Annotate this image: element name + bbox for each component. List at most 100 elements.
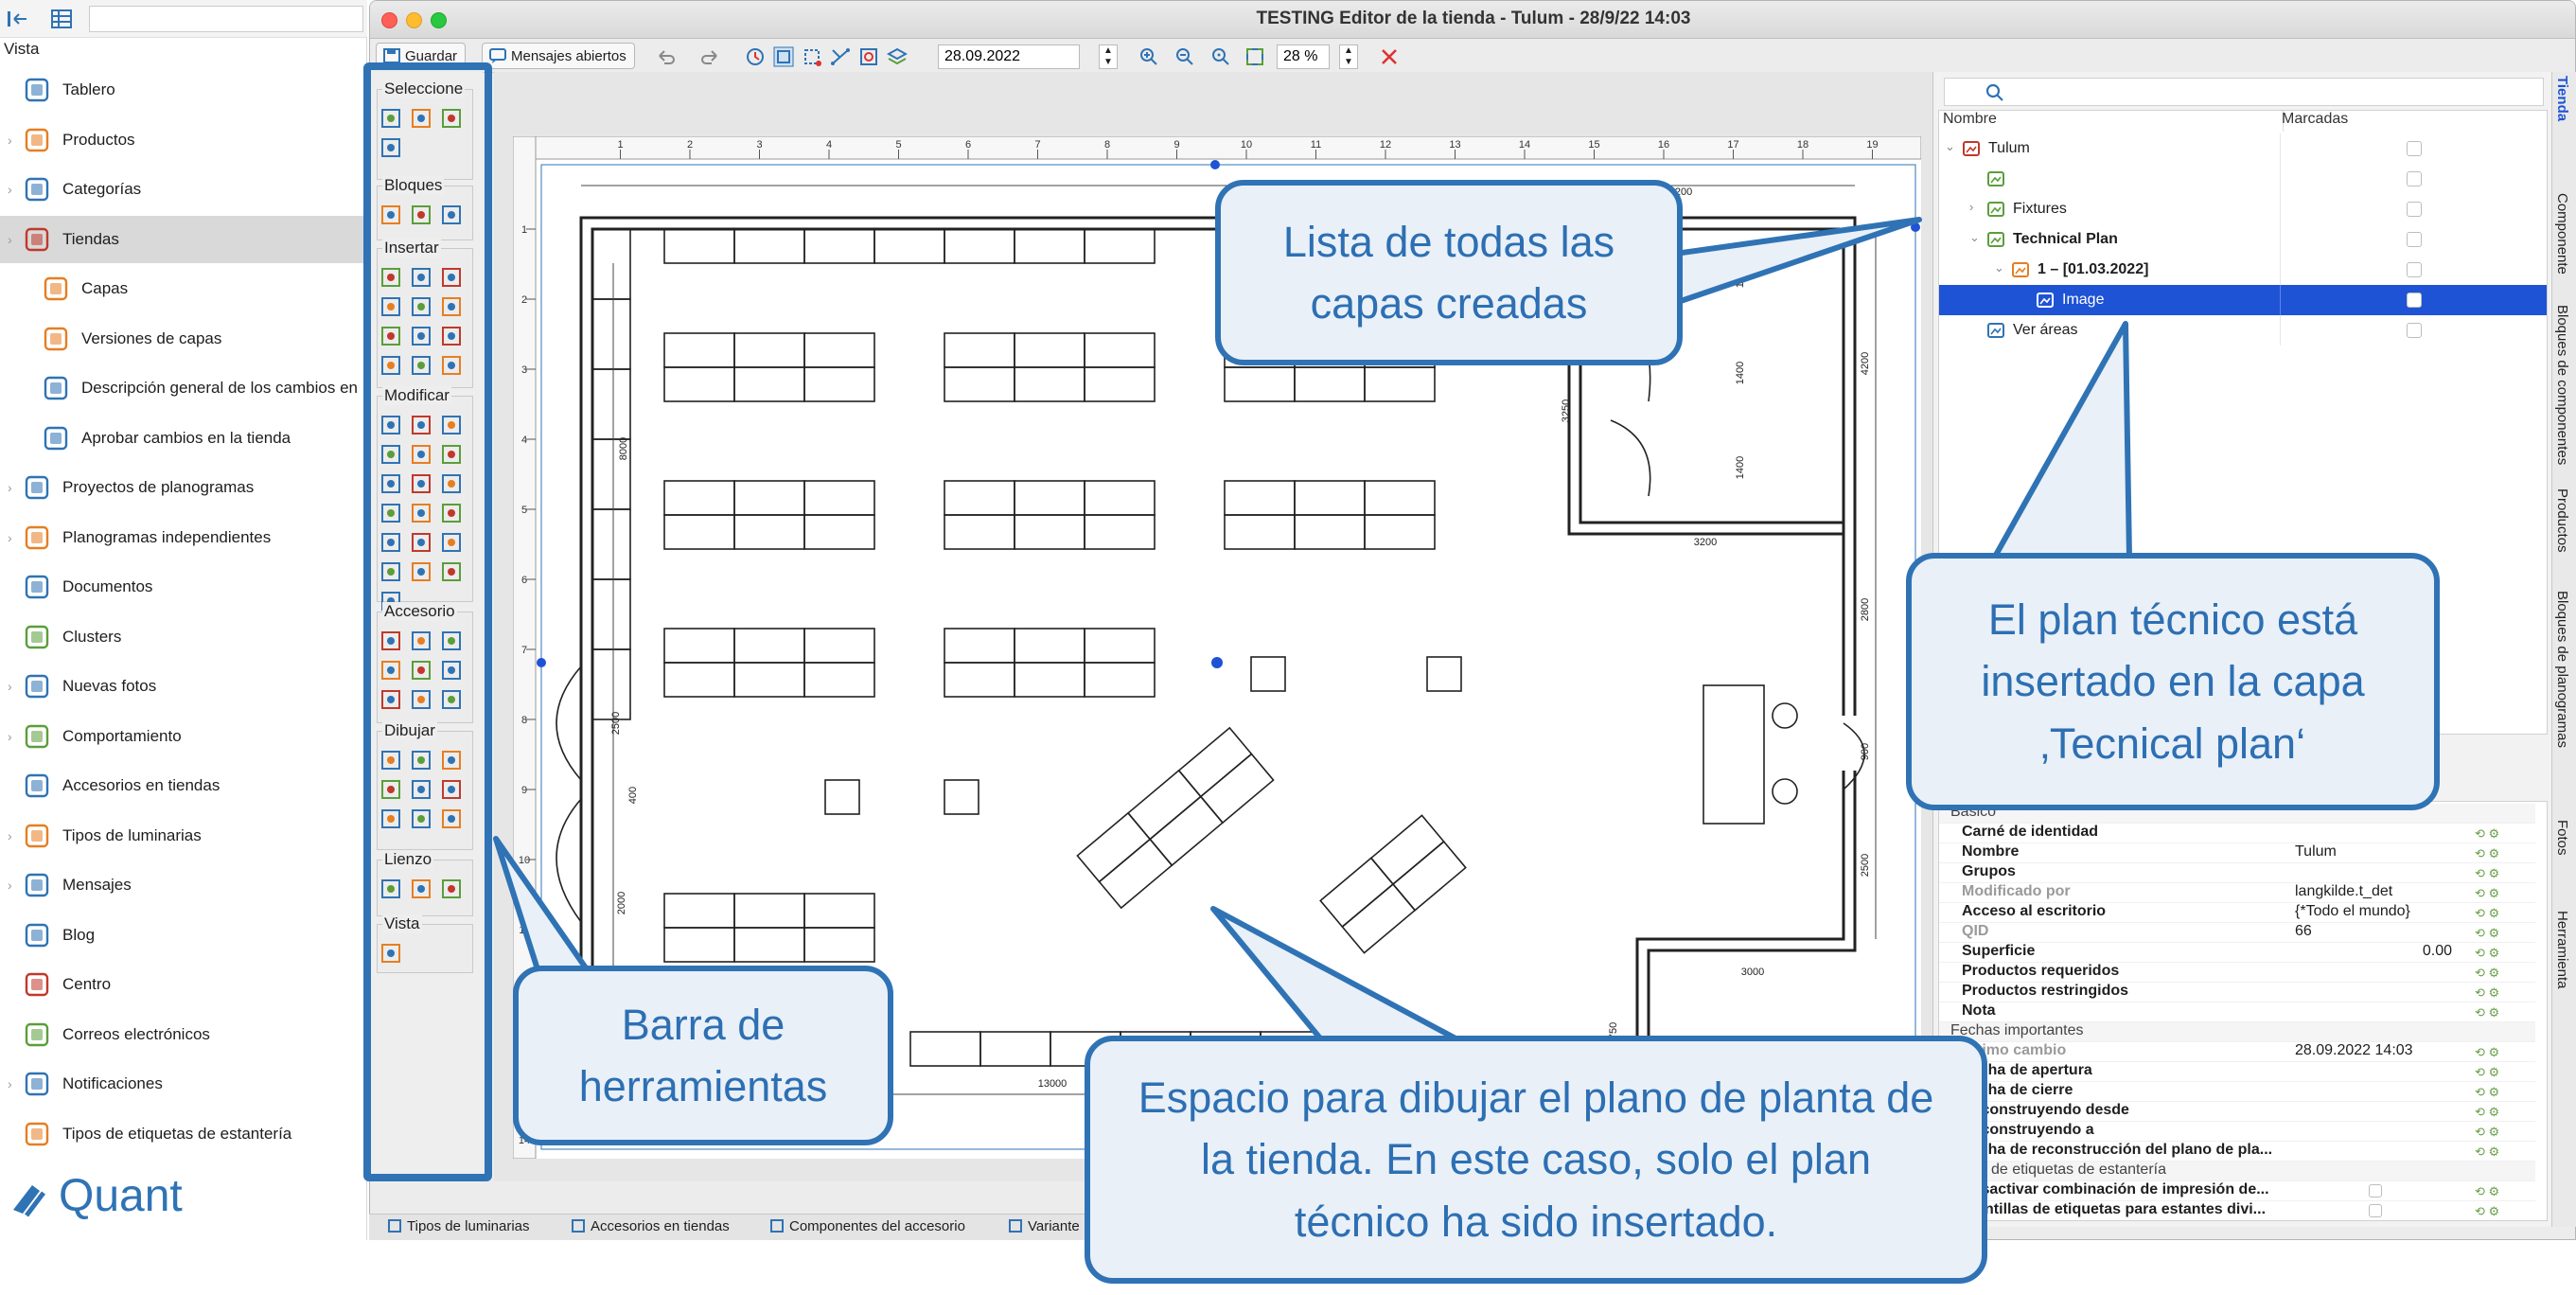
sidebar-item[interactable]: Centro (0, 961, 367, 1008)
sidebar-item[interactable]: › Mensajes (0, 861, 367, 909)
property-actions-icon[interactable]: ⟲ ⚙ (2475, 1184, 2499, 1199)
open-messages-button[interactable]: Mensajes abiertos (482, 43, 635, 69)
sidebar-item[interactable]: › Comportamiento (0, 713, 367, 760)
sidebar-item[interactable]: Descripción general de los cambios en (0, 364, 367, 412)
expand-chevron-icon[interactable]: › (8, 530, 12, 545)
property-actions-icon[interactable]: ⟲ ⚙ (2475, 946, 2499, 961)
property-value[interactable]: Tulum (2295, 843, 2337, 860)
vertical-tab[interactable]: Bloques de componentes (2554, 305, 2570, 465)
expand-chevron-icon[interactable]: › (8, 729, 12, 744)
tree-column-name[interactable]: Nombre (1943, 111, 2284, 132)
sidebar-search-input[interactable] (89, 6, 363, 32)
property-actions-icon[interactable]: ⟲ ⚙ (2475, 1144, 2499, 1160)
zoom-level-input[interactable] (1277, 44, 1330, 69)
table-view-icon[interactable] (49, 8, 74, 30)
property-value[interactable]: langkilde.t_det (2295, 883, 2392, 900)
marked-checkbox[interactable] (2407, 171, 2422, 186)
marked-checkbox[interactable] (2407, 141, 2422, 156)
property-actions-icon[interactable]: ⟲ ⚙ (2475, 1005, 2499, 1020)
property-actions-icon[interactable]: ⟲ ⚙ (2475, 1045, 2499, 1060)
connect-icon[interactable] (830, 46, 851, 67)
sidebar-item[interactable]: Accesorios en tiendas (0, 762, 367, 809)
sidebar-item[interactable]: › Tipos de luminarias (0, 812, 367, 860)
property-value[interactable]: 66 (2295, 923, 2312, 940)
expand-chevron-icon[interactable]: › (8, 828, 12, 843)
expand-chevron-icon[interactable]: › (8, 679, 12, 694)
sidebar-item[interactable]: Documentos (0, 563, 367, 611)
property-actions-icon[interactable]: ⟲ ⚙ (2475, 826, 2499, 842)
zoom-reset-icon[interactable] (1210, 46, 1231, 67)
bottom-tab[interactable]: Tipos de luminarias (388, 1218, 530, 1234)
marked-checkbox[interactable] (2407, 323, 2422, 338)
sidebar-item[interactable]: Tablero (0, 66, 367, 114)
collapse-sidebar-icon[interactable] (6, 8, 30, 30)
property-actions-icon[interactable]: ⟲ ⚙ (2475, 846, 2499, 861)
collapse-chevron-icon[interactable]: ⌄ (1994, 260, 2004, 275)
marked-checkbox[interactable] (2407, 232, 2422, 247)
expand-chevron-icon[interactable]: › (8, 232, 12, 247)
tree-row[interactable]: ⌄ Technical Plan (1939, 224, 2547, 255)
tree-row[interactable]: ⌄ 1 – [01.03.2022] (1939, 255, 2547, 285)
tree-row[interactable]: Ver áreas (1939, 315, 2547, 346)
sidebar-item[interactable]: › Planogramas independientes (0, 514, 367, 561)
bottom-tab[interactable]: Accesorios en tiendas (572, 1218, 730, 1234)
property-actions-icon[interactable]: ⟲ ⚙ (2475, 985, 2499, 1001)
fit-to-screen-icon[interactable] (1244, 46, 1265, 67)
sidebar-item[interactable]: › Proyectos de planogramas (0, 464, 367, 511)
sidebar-item[interactable]: › Productos (0, 116, 367, 164)
snap-icon[interactable] (802, 46, 822, 67)
sidebar-item[interactable]: Aprobar cambios en la tienda (0, 415, 367, 462)
tree-search-input[interactable] (1944, 78, 2544, 106)
property-checkbox[interactable] (2369, 1184, 2382, 1197)
date-input[interactable] (938, 44, 1080, 69)
property-value[interactable]: 28.09.2022 14:03 (2295, 1042, 2413, 1059)
property-actions-icon[interactable]: ⟲ ⚙ (2475, 886, 2499, 901)
property-section[interactable]: Fechas importantes (1939, 1022, 2535, 1042)
sidebar-item[interactable]: › Notificaciones (0, 1060, 367, 1108)
property-actions-icon[interactable]: ⟲ ⚙ (2475, 926, 2499, 941)
tree-column-marked[interactable]: Marcadas (2282, 111, 2547, 132)
sidebar-item[interactable]: › Nuevas fotos (0, 663, 367, 710)
collapse-chevron-icon[interactable]: ⌄ (1969, 230, 1980, 245)
vertical-tab[interactable]: Fotos (2554, 820, 2570, 856)
expand-chevron-icon[interactable]: › (8, 480, 12, 495)
sidebar-item[interactable]: › Tiendas (0, 215, 367, 263)
property-actions-icon[interactable]: ⟲ ⚙ (2475, 866, 2499, 881)
tree-row[interactable]: › Fixtures (1939, 194, 2547, 224)
property-value[interactable]: {*Todo el mundo} (2295, 903, 2410, 920)
vertical-tab[interactable]: Bloques de planogramas (2554, 591, 2570, 748)
sidebar-item[interactable]: Clusters (0, 613, 367, 661)
tree-row[interactable] (1939, 164, 2547, 194)
grid-select-icon[interactable] (773, 46, 794, 67)
tree-row[interactable]: ⌄ Tulum (1939, 133, 2547, 164)
close-editor-icon[interactable] (1379, 46, 1400, 67)
sidebar-item[interactable]: Versiones de capas (0, 315, 367, 363)
expand-chevron-icon[interactable]: › (1969, 200, 1973, 214)
history-icon[interactable] (745, 46, 766, 67)
tree-row[interactable]: Image (1939, 285, 2547, 315)
property-actions-icon[interactable]: ⟲ ⚙ (2475, 1125, 2499, 1140)
vertical-tab[interactable]: Tienda (2554, 76, 2570, 121)
marked-checkbox[interactable] (2407, 262, 2422, 277)
expand-chevron-icon[interactable]: › (8, 878, 12, 893)
marked-checkbox[interactable] (2407, 293, 2422, 308)
property-actions-icon[interactable]: ⟲ ⚙ (2475, 1085, 2499, 1100)
property-actions-icon[interactable]: ⟲ ⚙ (2475, 906, 2499, 921)
layers-icon[interactable] (887, 46, 908, 67)
property-checkbox[interactable] (2369, 1204, 2382, 1217)
property-actions-icon[interactable]: ⟲ ⚙ (2475, 966, 2499, 981)
expand-chevron-icon[interactable]: › (8, 1076, 12, 1091)
zoom-in-icon[interactable] (1138, 46, 1159, 67)
sidebar-item[interactable]: Capas (0, 265, 367, 312)
property-actions-icon[interactable]: ⟲ ⚙ (2475, 1105, 2499, 1120)
property-value[interactable]: 0.00 (2423, 943, 2452, 960)
date-stepper[interactable]: ▲ ▼ (1099, 44, 1118, 69)
sidebar-item[interactable]: Blog (0, 912, 367, 959)
sidebar-item[interactable]: Tipos de etiquetas de estantería (0, 1110, 367, 1158)
expand-chevron-icon[interactable]: › (8, 182, 12, 197)
bottom-tab[interactable]: Variante (1009, 1218, 1080, 1234)
vertical-tab[interactable]: Componente (2554, 193, 2570, 275)
expand-chevron-icon[interactable]: › (8, 133, 12, 148)
zoom-out-icon[interactable] (1174, 46, 1195, 67)
collapse-chevron-icon[interactable]: ⌄ (1945, 139, 1955, 154)
